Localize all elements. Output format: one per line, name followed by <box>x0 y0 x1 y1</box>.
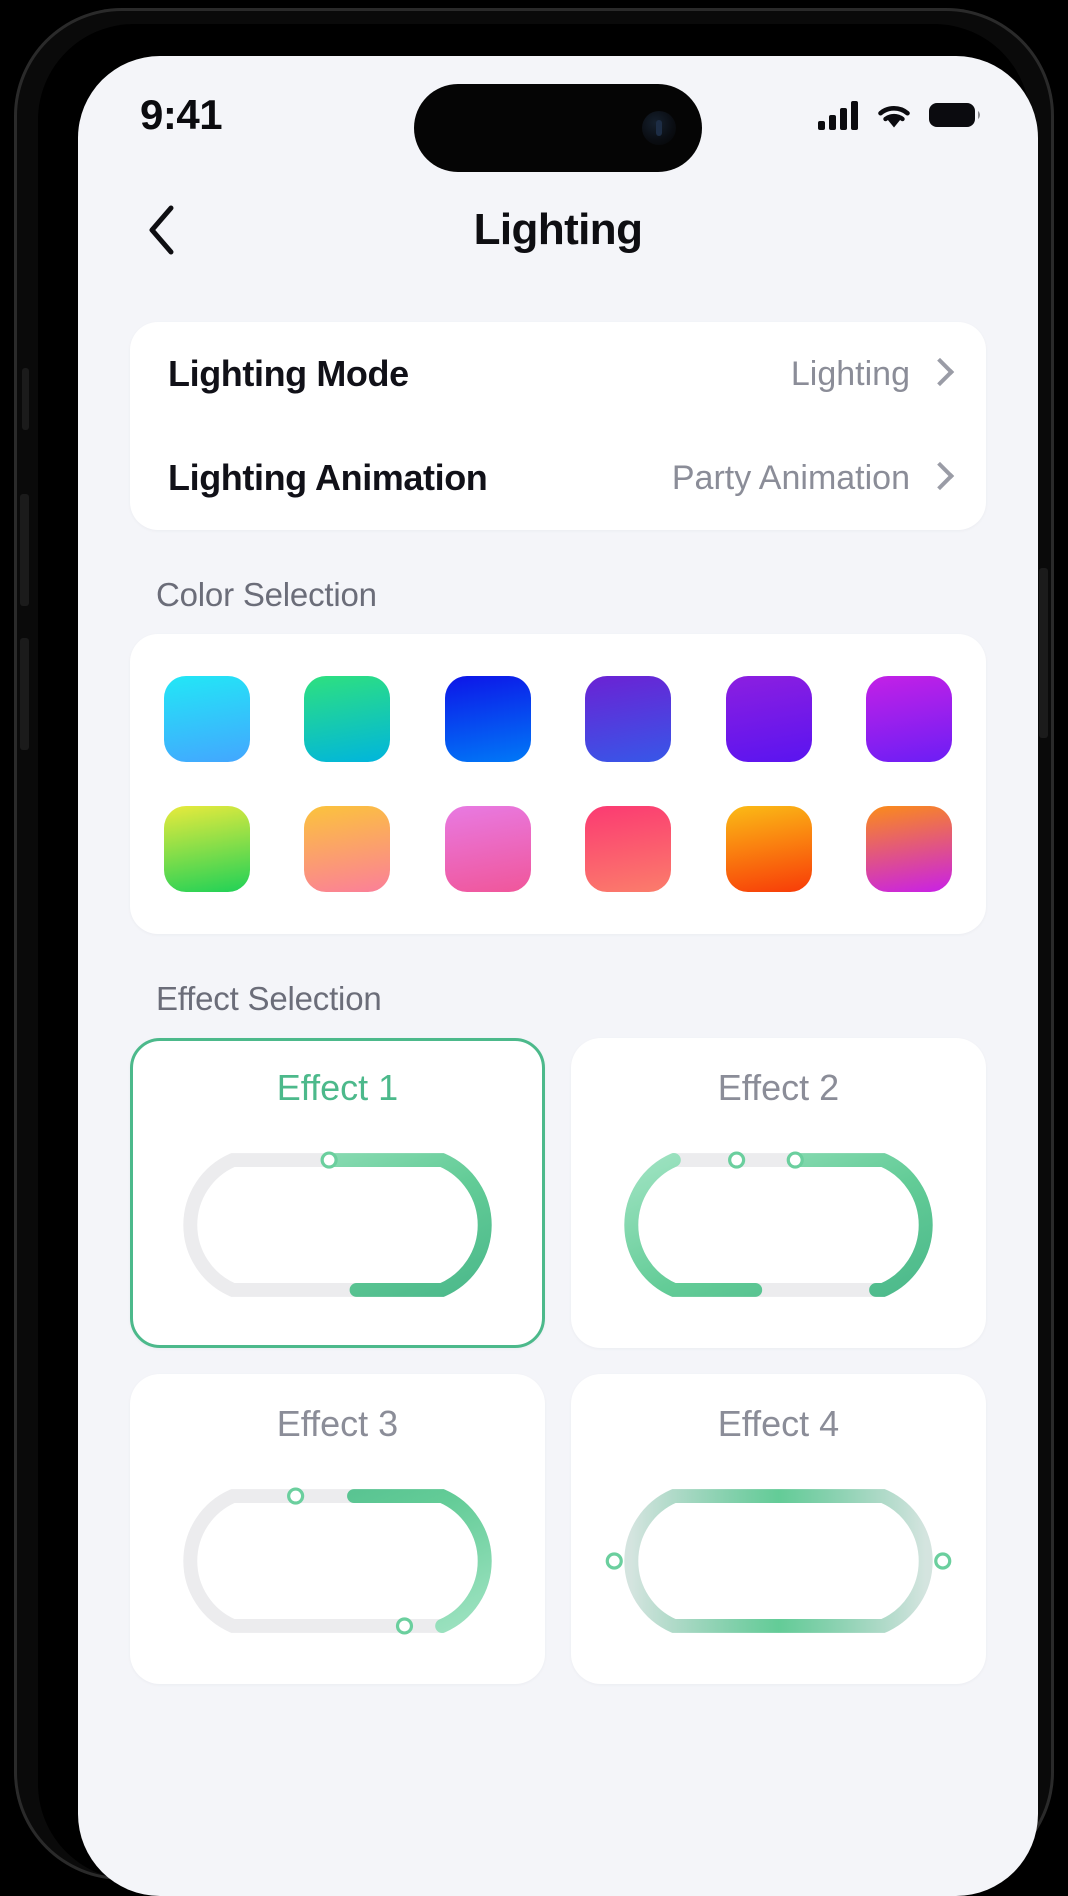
color-swatch-blue-azure[interactable] <box>444 676 531 762</box>
color-swatch-green-teal[interactable] <box>304 676 391 762</box>
effect-label: Effect 3 <box>276 1403 399 1444</box>
main-content: Lighting Mode Lighting Lighting Animatio… <box>78 286 1038 1896</box>
device-bezel: 9:41 Lighting Lighting Mode Lighting Lig… <box>38 24 1038 1896</box>
effect-selection-title: Effect Selection <box>156 980 382 1017</box>
setting-label: Lighting Animation <box>168 457 488 498</box>
volume-down-button[interactable] <box>20 638 29 750</box>
signal-bars-icon <box>818 101 858 130</box>
chevron-right-icon <box>928 461 948 495</box>
setting-row-lighting-mode[interactable]: Lighting Mode Lighting <box>168 322 948 426</box>
status-bar: 9:41 <box>78 56 1038 174</box>
device-frame: 9:41 Lighting Lighting Mode Lighting Lig… <box>14 8 1054 1896</box>
settings-card: Lighting Mode Lighting Lighting Animatio… <box>130 322 986 530</box>
battery-full-icon <box>929 103 980 127</box>
color-swatch-magenta-purple[interactable] <box>865 676 952 762</box>
effect-track-graphic <box>183 1487 492 1635</box>
color-swatch-orange-magenta[interactable] <box>865 806 952 892</box>
setting-value-group: Party Animation <box>672 459 948 498</box>
color-swatch-violet-blue[interactable] <box>585 676 672 762</box>
effect-grid: Effect 1 Effect 2 Effect 3 Effect 4 <box>130 1038 986 1684</box>
color-selection-title: Color Selection <box>156 576 377 613</box>
volume-up-button[interactable] <box>20 494 29 606</box>
color-swatch-orchid-pink[interactable] <box>444 806 531 892</box>
status-indicators <box>818 100 982 130</box>
chevron-left-icon <box>149 205 174 255</box>
effect-card-1[interactable]: Effect 1 <box>130 1038 545 1348</box>
effect-label: Effect 4 <box>717 1403 840 1444</box>
setting-row-lighting-animation[interactable]: Lighting Animation Party Animation <box>168 426 948 530</box>
color-swatch-amber-orange[interactable] <box>725 806 812 892</box>
effect-card-2[interactable]: Effect 2 <box>571 1038 986 1348</box>
effect-label: Effect 1 <box>276 1067 399 1108</box>
setting-value: Lighting <box>790 354 910 393</box>
swatch-row-2 <box>164 806 952 892</box>
effect-track-graphic <box>605 1489 952 1633</box>
silent-switch[interactable] <box>22 368 29 430</box>
setting-value: Party Animation <box>671 458 910 497</box>
chevron-right-icon <box>928 357 948 391</box>
swatch-row-1 <box>164 676 952 762</box>
setting-label: Lighting Mode <box>168 353 409 394</box>
front-camera-icon <box>642 111 676 145</box>
effect-card-3[interactable]: Effect 3 <box>130 1374 545 1684</box>
effect-track-graphic <box>183 1151 492 1297</box>
color-swatch-rose-coral[interactable] <box>585 806 672 892</box>
wifi-icon <box>878 105 910 128</box>
color-swatch-yellow-pink[interactable] <box>304 806 391 892</box>
effect-card-4[interactable]: Effect 4 <box>571 1374 986 1684</box>
color-swatch-cyan-blue[interactable] <box>164 676 250 762</box>
color-swatch-yellow-green[interactable] <box>164 806 250 892</box>
effect-track-graphic <box>624 1151 933 1297</box>
dynamic-island <box>414 84 702 172</box>
navigation-bar: Lighting <box>78 174 1038 286</box>
status-clock: 9:41 <box>140 91 223 138</box>
back-button[interactable] <box>134 202 190 258</box>
page-title: Lighting <box>473 205 643 254</box>
color-swatch-purple-violet[interactable] <box>725 676 812 762</box>
power-button[interactable] <box>1039 568 1048 738</box>
phone-screen: 9:41 Lighting Lighting Mode Lighting Lig… <box>78 56 1038 1896</box>
effect-label: Effect 2 <box>717 1067 840 1108</box>
setting-value-group: Lighting <box>791 355 948 394</box>
color-swatch-card <box>130 634 986 934</box>
